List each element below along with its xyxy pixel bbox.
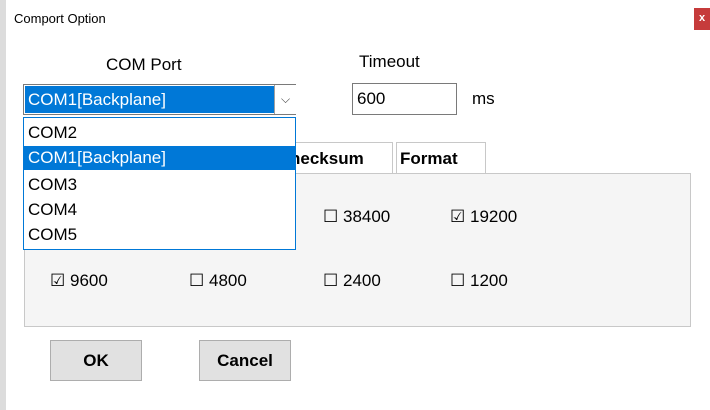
dropdown-option-com3[interactable]: COM3: [24, 173, 295, 197]
timeout-input[interactable]: 600: [352, 83, 457, 115]
com-port-dropdown-list: COM2 COM1[Backplane] COM3 COM4 COM5: [23, 117, 296, 250]
checkbox-icon: ☐: [323, 271, 339, 290]
dropdown-option-com4[interactable]: COM4: [24, 198, 295, 222]
com-port-selected-value: COM1[Backplane]: [25, 86, 274, 113]
dropdown-option-com5[interactable]: COM5: [24, 223, 295, 247]
cancel-button[interactable]: Cancel: [199, 340, 291, 381]
baud-2400-checkbox[interactable]: ☐ 2400: [323, 271, 381, 291]
baud-9600-checkbox[interactable]: ☑ 9600: [50, 271, 108, 291]
baud-1200-checkbox[interactable]: ☐ 1200: [450, 271, 508, 291]
baud-4800-checkbox[interactable]: ☐ 4800: [189, 271, 247, 291]
checkbox-icon: ☑: [50, 271, 66, 290]
baud-19200-checkbox[interactable]: ☑ 19200: [450, 207, 517, 227]
close-button[interactable]: x: [694, 8, 710, 30]
baud-label: 4800: [208, 271, 247, 290]
com-port-select[interactable]: COM1[Backplane] ⌵: [23, 84, 296, 115]
tab-format[interactable]: Format: [396, 142, 486, 174]
checkbox-icon: ☑: [450, 207, 466, 226]
dropdown-option-com2[interactable]: COM2: [24, 121, 295, 145]
baud-label: 9600: [69, 271, 108, 290]
baud-label: 2400: [342, 271, 381, 290]
dropdown-option-com1[interactable]: COM1[Backplane]: [24, 146, 295, 170]
com-port-label: COM Port: [106, 55, 182, 74]
baud-label: 19200: [469, 207, 518, 226]
window-title: Comport Option: [14, 11, 106, 26]
timeout-unit-label: ms: [472, 89, 495, 108]
ok-button[interactable]: OK: [50, 340, 142, 381]
chevron-down-icon[interactable]: ⌵: [274, 85, 296, 114]
timeout-label: Timeout: [359, 52, 420, 71]
baud-label: 1200: [469, 271, 508, 290]
checkbox-icon: ☐: [323, 207, 339, 226]
checkbox-icon: ☐: [450, 271, 466, 290]
baud-38400-checkbox[interactable]: ☐ 38400: [323, 207, 390, 227]
checkbox-icon: ☐: [189, 271, 205, 290]
window-left-edge: [0, 0, 6, 410]
tab-checksum[interactable]: hecksum: [286, 142, 393, 174]
baud-label: 38400: [342, 207, 391, 226]
